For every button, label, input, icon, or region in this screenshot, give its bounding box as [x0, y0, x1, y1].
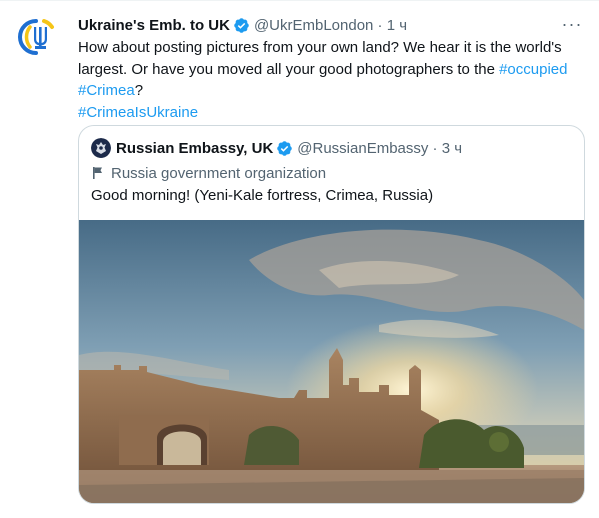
quoted-author-name[interactable]: Russian Embassy, UK	[116, 140, 273, 157]
hashtag-crimea[interactable]: #Crimea	[78, 82, 135, 99]
quoted-tweet-text: Good morning! (Yeni-Kale fortress, Crime…	[91, 187, 434, 204]
quoted-tweet-time[interactable]: 3 ч	[442, 140, 462, 157]
tweet-header: Ukraine's Emb. to UK @UkrEmbLondon · 1 ч…	[78, 13, 585, 35]
hashtag-crimea-is-ukraine[interactable]: #CrimeaIsUkraine	[78, 104, 198, 121]
quoted-separator-dot: ·	[428, 139, 442, 157]
russian-embassy-avatar[interactable]	[91, 138, 111, 158]
fortress-photo[interactable]	[79, 220, 584, 503]
government-label: Russia government organization	[91, 163, 326, 183]
tweet[interactable]: Ukraine's Emb. to UK @UkrEmbLondon · 1 ч…	[0, 0, 599, 518]
trident-logo-icon	[18, 19, 54, 55]
more-options-icon[interactable]: ···	[559, 13, 585, 35]
tweet-time[interactable]: 1 ч	[387, 17, 407, 34]
tweet-text-part1: How about posting pictures from your own…	[78, 39, 562, 78]
coat-of-arms-icon	[91, 138, 111, 158]
quoted-tweet-header: Russian Embassy, UK @RussianEmbassy · 3 …	[91, 138, 572, 158]
author-handle[interactable]: @UkrEmbLondon	[254, 17, 373, 34]
tweet-text: How about posting pictures from your own…	[78, 37, 583, 123]
hashtag-occupied[interactable]: #occupied	[499, 61, 567, 78]
author-name[interactable]: Ukraine's Emb. to UK	[78, 17, 230, 34]
flag-icon	[91, 166, 105, 180]
separator-dot: ·	[373, 16, 387, 34]
ukraine-embassy-avatar[interactable]	[16, 13, 64, 61]
verified-badge-icon	[233, 17, 250, 34]
government-label-text: Russia government organization	[111, 164, 327, 182]
quoted-author-handle[interactable]: @RussianEmbassy	[297, 140, 428, 157]
quoted-tweet[interactable]: Russian Embassy, UK @RussianEmbassy · 3 …	[78, 125, 585, 504]
tweet-text-part2: ?	[134, 82, 144, 99]
quoted-verified-badge-icon	[276, 140, 293, 157]
